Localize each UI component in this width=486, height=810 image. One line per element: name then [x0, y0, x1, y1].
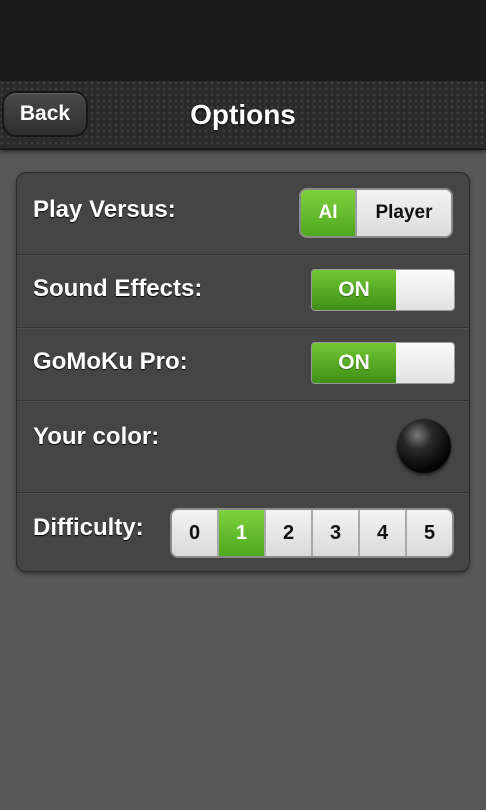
- play-versus-ai-option[interactable]: AI: [301, 190, 357, 236]
- difficulty-option-5[interactable]: 5: [407, 510, 452, 556]
- black-stone-icon[interactable]: [397, 419, 451, 473]
- sound-effects-toggle[interactable]: ON: [311, 269, 455, 311]
- difficulty-option-3[interactable]: 3: [313, 510, 360, 556]
- play-versus-segmented-control: AI Player: [299, 188, 453, 238]
- gomoku-pro-toggle[interactable]: ON: [311, 342, 455, 384]
- play-versus-label: Play Versus:: [33, 196, 176, 223]
- play-versus-player-option[interactable]: Player: [357, 190, 451, 236]
- your-color-row: Your color:: [17, 400, 469, 493]
- difficulty-label: Difficulty:: [33, 514, 144, 541]
- page-title: Options: [190, 98, 296, 130]
- options-panel: Play Versus: AI Player Sound Effects: ON…: [16, 172, 470, 572]
- gomoku-pro-row: GoMoKu Pro: ON: [17, 327, 469, 401]
- gomoku-pro-toggle-knob: [396, 343, 454, 383]
- difficulty-option-0[interactable]: 0: [172, 510, 219, 556]
- status-bar: [0, 0, 486, 81]
- gomoku-pro-toggle-state: ON: [312, 343, 396, 383]
- your-color-label: Your color:: [33, 423, 160, 450]
- sound-effects-toggle-knob: [396, 270, 454, 310]
- gomoku-pro-label: GoMoKu Pro:: [33, 348, 188, 375]
- play-versus-row: Play Versus: AI Player: [17, 173, 469, 254]
- difficulty-option-2[interactable]: 2: [266, 510, 313, 556]
- difficulty-row: Difficulty: 0 1 2 3 4 5: [17, 492, 469, 571]
- difficulty-segmented-control: 0 1 2 3 4 5: [170, 508, 454, 558]
- sound-effects-row: Sound Effects: ON: [17, 254, 469, 328]
- sound-effects-label: Sound Effects:: [33, 275, 203, 302]
- difficulty-option-1[interactable]: 1: [219, 510, 266, 556]
- difficulty-option-4[interactable]: 4: [360, 510, 407, 556]
- navigation-bar: Back Options: [0, 81, 486, 150]
- sound-effects-toggle-state: ON: [312, 270, 396, 310]
